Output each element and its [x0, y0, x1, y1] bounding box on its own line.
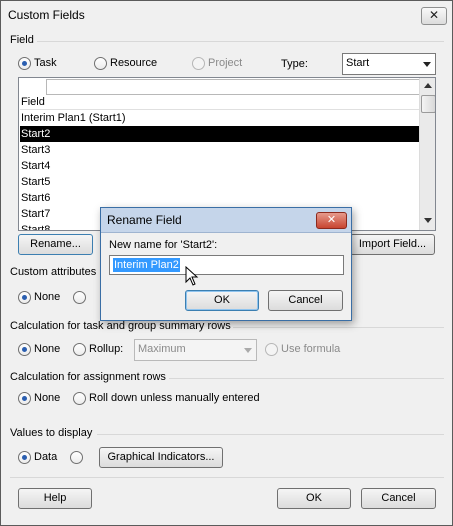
rollup-radio[interactable]	[73, 343, 86, 356]
cancel-button[interactable]: Cancel	[361, 488, 436, 509]
rename-dialog-title: Rename Field	[107, 213, 182, 227]
chevron-down-icon	[244, 348, 252, 353]
list-item[interactable]: Start5	[20, 174, 419, 190]
custom-none-label: None	[34, 291, 61, 303]
assignment-separator	[169, 378, 444, 379]
task-radio[interactable]	[18, 57, 31, 70]
summary-none-radio[interactable]	[18, 343, 31, 356]
ok-button[interactable]: OK	[277, 488, 351, 509]
rename-cancel-button[interactable]: Cancel	[268, 290, 343, 311]
indicators-radio[interactable]	[70, 451, 83, 464]
data-radio[interactable]	[18, 451, 31, 464]
use-formula-label: Use formula	[281, 343, 341, 355]
type-select-value: Start	[346, 57, 370, 69]
field-group-label: Field	[10, 34, 34, 46]
roll-down-radio[interactable]	[73, 392, 86, 405]
window-title: Custom Fields	[8, 8, 85, 22]
list-item[interactable]: Start4	[20, 158, 419, 174]
rename-dialog-close-button[interactable]: ✕	[316, 212, 347, 229]
custom-other-radio[interactable]	[73, 291, 86, 304]
project-radio-label: Project	[208, 57, 243, 69]
import-field-button[interactable]: Import Field...	[350, 234, 435, 255]
list-item[interactable]: Start6	[20, 190, 419, 206]
close-button[interactable]: ✕	[421, 7, 447, 25]
values-display-label: Values to display	[10, 427, 93, 439]
scroll-down-icon[interactable]	[424, 218, 432, 223]
rename-button[interactable]: Rename...	[18, 234, 93, 255]
scroll-thumb[interactable]	[421, 95, 435, 113]
mouse-cursor-icon	[185, 266, 199, 286]
graphical-indicators-button[interactable]: Graphical Indicators...	[99, 447, 223, 468]
rename-dialog-title-bar: Rename Field ✕	[101, 208, 351, 233]
rollup-select[interactable]: Maximum	[134, 339, 257, 361]
list-header: Field	[20, 95, 419, 110]
field-filter-input[interactable]	[46, 79, 420, 95]
summary-separator	[233, 327, 444, 328]
use-formula-radio[interactable]	[265, 343, 278, 356]
assignment-none-label: None	[34, 392, 61, 404]
rename-ok-button[interactable]: OK	[185, 290, 259, 311]
project-radio[interactable]	[192, 57, 205, 70]
chevron-down-icon	[423, 62, 431, 67]
help-button[interactable]: Help	[18, 488, 92, 509]
resource-radio-label: Resource	[110, 57, 158, 69]
rollup-select-value: Maximum	[138, 343, 186, 355]
assignment-rows-label: Calculation for assignment rows	[10, 371, 166, 383]
assignment-none-radio[interactable]	[18, 392, 31, 405]
rename-field-dialog: Rename Field ✕ New name for 'Start2': In…	[100, 207, 352, 321]
scroll-up-icon[interactable]	[424, 83, 432, 88]
data-radio-label: Data	[34, 451, 58, 463]
list-item[interactable]: Interim Plan1 (Start1)	[20, 110, 419, 126]
field-separator	[37, 41, 444, 42]
task-radio-label: Task	[34, 57, 57, 69]
custom-attributes-label: Custom attributes	[10, 266, 97, 278]
values-separator	[97, 434, 444, 435]
type-label: Type:	[281, 58, 308, 70]
title-bar: Custom Fields ✕	[1, 1, 452, 29]
custom-none-radio[interactable]	[18, 291, 31, 304]
rollup-label: Rollup:	[89, 343, 124, 355]
summary-rows-label: Calculation for task and group summary r…	[10, 320, 231, 332]
list-item[interactable]: Start3	[20, 142, 419, 158]
list-item-selected[interactable]: Start2	[20, 126, 419, 142]
resource-radio[interactable]	[94, 57, 107, 70]
bottom-separator	[10, 477, 444, 478]
type-select[interactable]: Start	[342, 53, 436, 75]
new-name-input-value: Interim Plan2	[113, 258, 180, 272]
rename-prompt-label: New name for 'Start2':	[109, 239, 218, 251]
summary-none-label: None	[34, 343, 61, 355]
roll-down-label: Roll down unless manually entered	[89, 392, 260, 404]
list-scrollbar[interactable]	[419, 78, 435, 230]
new-name-input[interactable]: Interim Plan2	[109, 255, 344, 275]
